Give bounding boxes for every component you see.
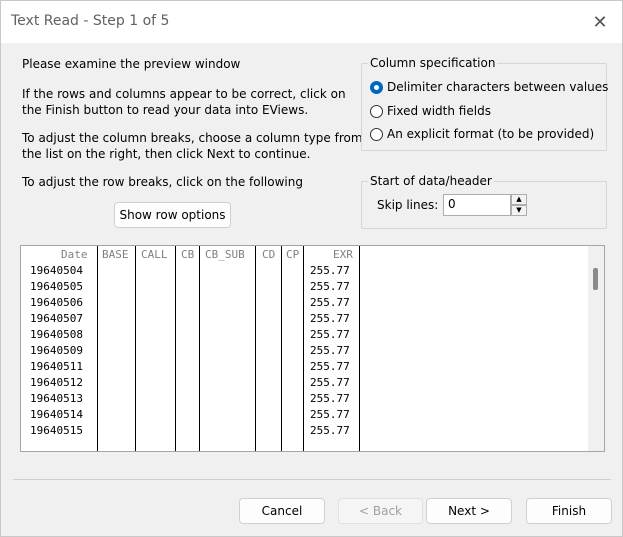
column-separator[interactable] [97,246,98,451]
instruction-rows: To adjust the row breaks, click on the f… [22,175,303,189]
row-date-cell: 19640505 [30,280,83,293]
skip-lines-label: Skip lines: [377,198,439,212]
row-date-cell: 19640506 [30,296,83,309]
radio-fixed-width-label: Fixed width fields [387,104,491,118]
column-separator[interactable] [281,246,282,451]
row-date-cell: 19640504 [30,264,83,277]
radio-delimiter[interactable]: Delimiter characters between values [370,78,608,96]
row-exr-cell: 255.77 [310,328,350,341]
column-separator[interactable] [359,246,360,451]
title-bar: Text Read - Step 1 of 5 ✕ [1,1,622,43]
radio-explicit-format[interactable]: An explicit format (to be provided) [370,125,594,143]
vertical-scrollbar[interactable] [588,246,604,451]
radio-explicit-format-label: An explicit format (to be provided) [387,127,595,141]
footer-divider [13,479,611,480]
radio-fixed-width[interactable]: Fixed width fields [370,102,491,120]
show-row-options-button[interactable]: Show row options [114,202,231,228]
row-exr-cell: 255.77 [310,280,350,293]
start-header-title: Start of data/header [368,173,494,189]
spin-up-icon[interactable]: ▲ [511,194,527,205]
column-header-date: Date [61,248,88,261]
instruction-examine: Please examine the preview window [22,57,241,71]
radio-explicit-format-indicator[interactable] [370,127,383,141]
row-date-cell: 19640509 [30,344,83,357]
row-date-cell: 19640514 [30,408,83,421]
back-button[interactable]: < Back [338,498,423,524]
column-header-call: CALL [141,248,168,261]
column-separator[interactable] [255,246,256,451]
text-read-dialog: Text Read - Step 1 of 5 ✕ Please examine… [0,0,623,537]
row-exr-cell: 255.77 [310,296,350,309]
instruction-finish-b: the Finish button to read your data into… [22,103,309,117]
row-exr-cell: 255.77 [310,264,350,277]
row-exr-cell: 255.77 [310,360,350,373]
finish-button[interactable]: Finish [526,498,612,524]
row-date-cell: 19640511 [30,360,83,373]
radio-fixed-width-indicator[interactable] [370,104,383,118]
column-header-cd: CD [262,248,276,261]
row-date-cell: 19640508 [30,328,83,341]
window-title: Text Read - Step 1 of 5 [11,13,170,29]
row-date-cell: 19640515 [30,424,83,437]
row-date-cell: 19640507 [30,312,83,325]
row-exr-cell: 255.77 [310,424,350,437]
row-date-cell: 19640512 [30,376,83,389]
row-exr-cell: 255.77 [310,312,350,325]
column-header-cb-sub: CB_SUB [205,248,245,261]
instruction-columns-a: To adjust the column breaks, choose a co… [22,131,363,145]
scrollbar-thumb[interactable] [593,268,598,290]
column-header-exr: EXR [333,248,353,261]
column-header-base: BASE [102,248,129,261]
column-separator[interactable] [175,246,176,451]
row-exr-cell: 255.77 [310,344,350,357]
skip-lines-input[interactable]: 0 [443,194,511,216]
instruction-columns-b: the list on the right, then click Next t… [22,147,311,161]
column-separator[interactable] [135,246,136,451]
radio-delimiter-indicator[interactable] [370,80,383,94]
row-exr-cell: 255.77 [310,408,350,421]
row-date-cell: 19640513 [30,392,83,405]
column-header-cp: CP [286,248,300,261]
radio-delimiter-label: Delimiter characters between values [387,80,609,94]
close-icon[interactable]: ✕ [582,8,618,36]
cancel-button[interactable]: Cancel [239,498,325,524]
row-exr-cell: 255.77 [310,376,350,389]
column-spec-title: Column specification [368,55,498,71]
spin-down-icon[interactable]: ▼ [511,205,527,216]
preview-window[interactable]: Date BASE CALL CB CB_SUB CD CP EXR 19640… [20,245,605,452]
column-header-cb: CB [181,248,195,261]
column-separator[interactable] [303,246,304,451]
next-button[interactable]: Next > [426,498,512,524]
row-exr-cell: 255.77 [310,392,350,405]
column-separator[interactable] [199,246,200,451]
instruction-finish-a: If the rows and columns appear to be cor… [22,87,346,101]
